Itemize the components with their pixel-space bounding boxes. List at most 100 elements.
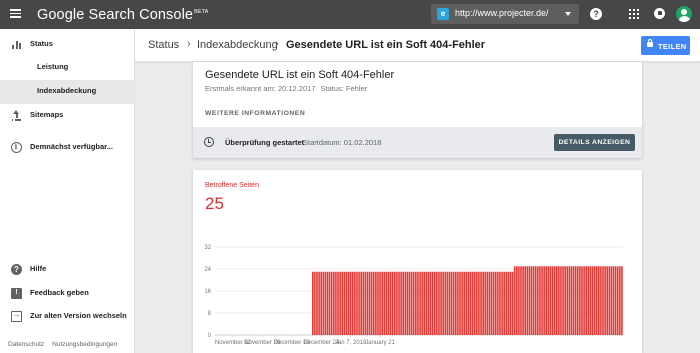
chart-bar [585, 266, 587, 335]
chart-bar [326, 271, 329, 335]
chart-bar [486, 271, 489, 335]
chart-bar [606, 266, 609, 335]
sidebar-item-old-version[interactable]: Zur alten Version wechseln [0, 305, 135, 329]
chart-bar [537, 266, 539, 335]
chart-bar [591, 266, 594, 335]
chart-bar [572, 266, 575, 335]
app-title[interactable]: Google Search ConsoleBETA [37, 7, 208, 23]
sidebar-item-label: Zur alten Version wechseln [30, 311, 127, 320]
chart-bar [318, 271, 320, 335]
sidebar-item-leistung[interactable]: Leistung [0, 56, 135, 80]
chart-bar [581, 266, 583, 335]
chart-bar [360, 271, 362, 335]
sidebar-item-coming-soon[interactable]: Demnächst verfügbar... [0, 136, 135, 160]
chart-bar [524, 266, 527, 335]
page-title: Gesendete URL ist ein Soft 404-Fehler [286, 39, 486, 51]
chart-bar [427, 271, 430, 335]
chart-bar [499, 271, 501, 335]
chart-bar [518, 266, 520, 335]
chart-bar [503, 271, 505, 335]
property-selector[interactable]: e http://www.projecter.de/ [431, 4, 579, 24]
chart-bar [465, 271, 468, 335]
chart-bar [461, 271, 463, 335]
x-tick-label: Jan 7, 2018 [335, 340, 367, 346]
breadcrumb-indexabdeckung[interactable]: Indexabdeckung [197, 39, 278, 51]
chart-bar [469, 271, 472, 335]
issue-title: Gesendete URL ist ein Soft 404-Fehler [205, 69, 395, 81]
chart-bar [494, 271, 497, 335]
chart-bar [440, 271, 442, 335]
lock-icon [647, 39, 653, 47]
chart-bar [425, 271, 428, 335]
chart-bar [610, 266, 613, 335]
chart-bar [576, 266, 579, 335]
more-info-link[interactable]: WEITERE INFORMATIONEN [205, 110, 305, 117]
chart-bar [501, 271, 503, 335]
chart-bar [381, 271, 383, 335]
chart-bar [522, 266, 524, 335]
chart-bar [532, 266, 535, 335]
property-url: http://www.projecter.de/ [455, 8, 549, 18]
chart-bar [457, 271, 459, 335]
chart-bar [446, 271, 449, 335]
sidebar-item-status[interactable]: Status [0, 33, 135, 57]
chart-bar [589, 266, 592, 335]
chart-bar [339, 271, 341, 335]
affected-pages-chart[interactable]: 08162432November 12November 26December 1… [193, 170, 642, 353]
chart-bar [351, 271, 354, 335]
chart-bar [415, 271, 417, 335]
sidebar-item-help[interactable]: ? Hilfe [0, 258, 135, 282]
breadcrumb-status[interactable]: Status [148, 39, 179, 51]
chart-bar [555, 266, 558, 335]
chart-bar [387, 271, 390, 335]
chart-bar [612, 266, 615, 335]
chart-bar [505, 271, 508, 335]
sidebar-item-sitemaps[interactable]: Sitemaps [0, 104, 135, 128]
chart-bar [383, 271, 386, 335]
y-tick-label: 8 [208, 311, 212, 317]
chart-bar [343, 271, 346, 335]
chart-bar [448, 271, 451, 335]
menu-icon[interactable] [10, 9, 21, 18]
chart-bar [444, 271, 447, 335]
chart-bar [362, 271, 365, 335]
chart-bar [316, 271, 318, 335]
chart-bar [370, 271, 373, 335]
chart-bar [341, 271, 344, 335]
chart-bar [480, 271, 482, 335]
chart-bar [564, 266, 566, 335]
chart-bar [520, 266, 522, 335]
chart-bar [372, 271, 375, 335]
chart-bar [541, 266, 543, 335]
upload-icon [11, 110, 22, 121]
chart-bar [497, 271, 499, 335]
chart-bar [545, 266, 548, 335]
chart-bar [410, 271, 413, 335]
chart-bar [539, 266, 541, 335]
terms-link[interactable]: Nutzungsbedingungen [52, 341, 117, 348]
validation-date: Startdatum: 01.02.2018 [303, 138, 382, 147]
chart-bar [436, 271, 438, 335]
chart-bar [389, 271, 392, 335]
sidebar-item-indexabdeckung[interactable]: Indexabdeckung [0, 80, 135, 104]
share-button[interactable]: TEILEN [641, 36, 690, 55]
y-tick-label: 16 [204, 289, 211, 295]
help-icon[interactable]: ? [590, 8, 602, 20]
chart-bar [349, 271, 352, 335]
details-button[interactable]: DETAILS ANZEIGEN [554, 134, 635, 151]
chart-bar [473, 271, 476, 335]
validation-status: Überprüfung gestartet [225, 138, 305, 147]
chart-bar [311, 271, 314, 335]
chart-bar [438, 271, 440, 335]
chart-bar [358, 271, 360, 335]
chart-bar [375, 271, 377, 335]
chart-bar [547, 266, 550, 335]
chart-bar [335, 271, 337, 335]
notifications-icon[interactable] [654, 8, 665, 19]
chart-bar [368, 271, 371, 335]
sidebar-item-feedback[interactable]: Feedback geben [0, 282, 135, 306]
account-avatar[interactable] [676, 6, 692, 22]
privacy-link[interactable]: Datenschutz [8, 341, 44, 348]
y-tick-label: 32 [204, 245, 211, 251]
apps-grid-icon[interactable] [629, 9, 639, 19]
